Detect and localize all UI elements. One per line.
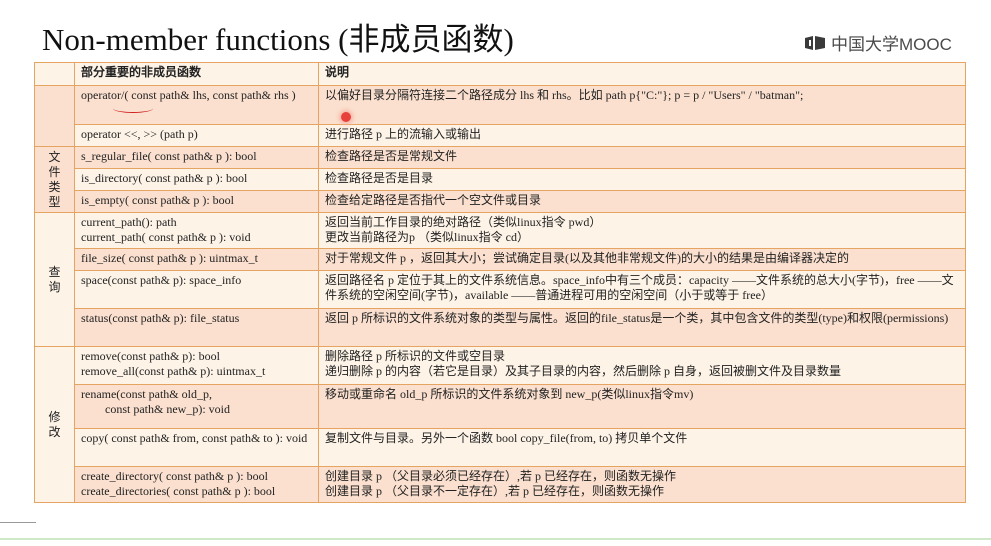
description-cell: 返回 p 所标识的文件系统对象的类型与属性。返回的file_status是一个类… bbox=[318, 308, 966, 347]
header-description: 说明 bbox=[318, 62, 966, 86]
category-cell-query: 查 询 bbox=[34, 212, 75, 347]
table-row: space(const path& p): space_info 返回路径名 p… bbox=[35, 270, 966, 309]
table-row: rename(const path& old_p, const path& ne… bbox=[34, 384, 966, 429]
description-cell: 检查路径是否是常规文件 bbox=[318, 146, 966, 169]
category-cell-file-type: 文 件 类 型 bbox=[34, 146, 75, 213]
function-cell: operator <<, >> (path p) bbox=[74, 124, 319, 147]
table-row: file_size( const path& p ): uintmax_t 对于… bbox=[34, 248, 966, 271]
description-cell: 移动或重命名 old_p 所标识的文件系统对象到 new_p(类似linux指令… bbox=[318, 384, 966, 429]
table-row: 查 询 current_path(): path current_path( c… bbox=[34, 212, 966, 347]
function-cell: create_directory( const path& p ): bool … bbox=[74, 466, 319, 503]
table-row: operator <<, >> (path p) 进行路径 p 上的流输入或输出 bbox=[35, 124, 966, 147]
category-cell-modify: 修 改 bbox=[34, 346, 75, 503]
category-cell-operators bbox=[34, 85, 75, 147]
description-cell: 对于常规文件 p ，返回其大小；尝试确定目录(以及其他非常规文件)的大小的结果是… bbox=[318, 248, 966, 271]
description-cell: 删除路径 p 所标识的文件或空目录 递归删除 p 的内容（若它是目录）及其子目录… bbox=[318, 346, 966, 385]
table-row: create_directory( const path& p ): bool … bbox=[34, 466, 966, 503]
header-function: 部分重要的非成员函数 bbox=[74, 62, 319, 86]
description-cell: 以偏好目录分隔符连接二个路径成分 lhs 和 rhs。比如 path p{"C:… bbox=[318, 85, 966, 125]
table-row: operator/( const path& lhs, const path& … bbox=[34, 85, 966, 147]
description-cell: 返回路径名 p 定位于其上的文件系统信息。space_info中有三个成员：ca… bbox=[318, 270, 966, 309]
table-header-row: 部分重要的非成员函数 说明 bbox=[34, 62, 966, 86]
table-row: status(const path& p): file_status 返回 p … bbox=[34, 308, 966, 347]
page-title: Non-member functions (非成员函数) bbox=[42, 22, 514, 57]
description-cell: 创建目录 p （父目录必须已经存在）,若 p 已经存在，则函数无操作 创建目录 … bbox=[318, 466, 966, 503]
divider bbox=[0, 522, 36, 523]
description-cell: 进行路径 p 上的流输入或输出 bbox=[318, 124, 966, 147]
table-row: is_empty( const path& p ): bool 检查给定路径是否… bbox=[34, 190, 966, 213]
function-cell: current_path(): path current_path( const… bbox=[74, 212, 319, 249]
description-cell: 检查路径是否是目录 bbox=[318, 168, 966, 191]
pointer-cursor bbox=[341, 112, 351, 122]
table-row: copy( const path& from, const path& to )… bbox=[35, 428, 966, 467]
description-cell: 复制文件与目录。另外一个函数 bool copy_file(from, to) … bbox=[318, 428, 966, 467]
pen-underline-annotation bbox=[113, 104, 153, 113]
description-cell: 检查给定路径是否指代一个空文件或目录 bbox=[318, 190, 966, 213]
header-category bbox=[34, 62, 75, 86]
function-cell: copy( const path& from, const path& to )… bbox=[74, 428, 319, 467]
function-cell: status(const path& p): file_status bbox=[74, 308, 319, 347]
mooc-logo-icon bbox=[805, 35, 825, 50]
function-cell: space(const path& p): space_info bbox=[74, 270, 319, 309]
function-cell: s_regular_file( const path& p ): bool bbox=[74, 146, 319, 169]
table-row: is_directory( const path& p ): bool 检查路径… bbox=[35, 168, 966, 191]
function-cell: remove(const path& p): bool remove_all(c… bbox=[74, 346, 319, 385]
functions-table: 部分重要的非成员函数 说明 operator/( const path& lhs… bbox=[34, 62, 966, 503]
logo-text: 中国大学MOOC bbox=[831, 35, 952, 54]
function-cell: is_empty( const path& p ): bool bbox=[74, 190, 319, 213]
table-row: 文 件 类 型 s_regular_file( const path& p ):… bbox=[34, 146, 966, 213]
function-cell: is_directory( const path& p ): bool bbox=[74, 168, 319, 191]
progress-track bbox=[0, 538, 991, 540]
function-cell: operator/( const path& lhs, const path& … bbox=[74, 85, 319, 125]
mooc-logo: 中国大学MOOC bbox=[803, 30, 952, 55]
function-cell: file_size( const path& p ): uintmax_t bbox=[74, 248, 319, 271]
function-cell: rename(const path& old_p, const path& ne… bbox=[74, 384, 319, 429]
description-cell: 返回当前工作目录的绝对路径（类似linux指令 pwd） 更改当前路径为p （类… bbox=[318, 212, 966, 249]
table-row: 修 改 remove(const path& p): bool remove_a… bbox=[34, 346, 966, 503]
